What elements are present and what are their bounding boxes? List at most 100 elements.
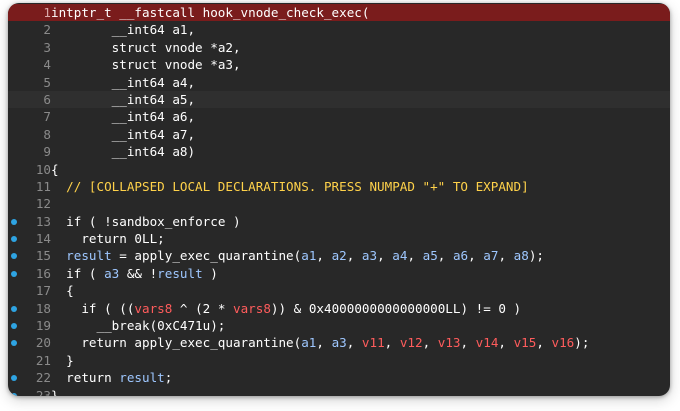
code-text[interactable]: __int64 a6, bbox=[51, 108, 195, 125]
code-line[interactable]: 20 return apply_exec_quarantine(a1, a3, … bbox=[8, 334, 670, 351]
breakpoint-dot-icon[interactable] bbox=[11, 305, 17, 312]
local-variable[interactable]: a1 bbox=[301, 335, 316, 350]
code-line[interactable]: 3 struct vnode *a2, bbox=[8, 39, 670, 56]
code-line[interactable]: 11 // [COLLAPSED LOCAL DECLARATIONS. PRE… bbox=[8, 178, 670, 195]
code-token[interactable]: , bbox=[188, 22, 196, 37]
code-line[interactable]: 22 return result; bbox=[8, 369, 670, 386]
code-token[interactable]: , bbox=[188, 109, 196, 124]
code-token[interactable]: , bbox=[233, 40, 241, 55]
code-token[interactable]: a7 bbox=[172, 127, 187, 142]
local-variable[interactable]: a7 bbox=[483, 248, 498, 263]
code-text[interactable]: return result; bbox=[51, 369, 172, 386]
code-line[interactable]: 14 return 0LL; bbox=[8, 230, 670, 247]
global-variable[interactable]: vars8 bbox=[233, 301, 271, 316]
breakpoint-dot-icon[interactable] bbox=[11, 236, 17, 243]
local-variable[interactable]: a8 bbox=[514, 248, 529, 263]
code-token[interactable]: return 0LL; bbox=[51, 231, 164, 246]
global-variable[interactable]: v11 bbox=[362, 335, 385, 350]
code-token[interactable]: return bbox=[51, 370, 119, 385]
global-variable[interactable]: v12 bbox=[400, 335, 423, 350]
code-line[interactable]: 10{ bbox=[8, 161, 670, 178]
local-variable[interactable]: a3 bbox=[332, 335, 347, 350]
code-token[interactable]: ) bbox=[203, 266, 218, 281]
global-variable[interactable]: v16 bbox=[552, 335, 575, 350]
code-token[interactable]: , bbox=[347, 335, 362, 350]
code-line[interactable]: 4 struct vnode *a3, bbox=[8, 56, 670, 73]
code-text[interactable]: if ( a3 && !result ) bbox=[51, 265, 218, 282]
code-token[interactable]: sandbox_enforce bbox=[112, 214, 226, 229]
code-token[interactable]: if ( (( bbox=[51, 301, 134, 316]
code-token[interactable]: , bbox=[498, 248, 513, 263]
code-token[interactable]: , bbox=[423, 335, 438, 350]
code-token[interactable]: , bbox=[377, 248, 392, 263]
code-text[interactable]: __int64 a8) bbox=[51, 143, 195, 160]
local-variable[interactable]: result bbox=[66, 248, 112, 263]
code-token[interactable]: __int64 bbox=[51, 127, 172, 142]
code-line[interactable]: 6 __int64 a5, bbox=[8, 90, 670, 109]
code-token[interactable]: , bbox=[407, 248, 422, 263]
breakpoint-dot-icon[interactable] bbox=[11, 253, 17, 260]
code-token[interactable]: , bbox=[498, 335, 513, 350]
global-variable[interactable]: v14 bbox=[476, 335, 499, 350]
code-token[interactable]: , bbox=[536, 335, 551, 350]
code-line[interactable]: 23} bbox=[8, 387, 670, 396]
local-variable[interactable]: a5 bbox=[423, 248, 438, 263]
code-line[interactable]: 7 __int64 a6, bbox=[8, 108, 670, 125]
code-line[interactable]: 16 if ( a3 && !result ) bbox=[8, 265, 670, 282]
code-line[interactable]: 17 { bbox=[8, 282, 670, 299]
breakpoint-dot-icon[interactable] bbox=[11, 392, 17, 396]
breakpoint-dot-icon[interactable] bbox=[11, 323, 17, 330]
code-token[interactable]: )) & 0x4000000000000000LL) != 0 ) bbox=[271, 301, 521, 316]
code-token[interactable]: if ( ! bbox=[51, 214, 112, 229]
code-token[interactable]: , bbox=[385, 335, 400, 350]
code-text[interactable]: } bbox=[51, 387, 59, 396]
code-token[interactable]: __int64 bbox=[51, 109, 172, 124]
code-token[interactable]: { bbox=[51, 162, 59, 177]
code-token[interactable]: __int64 bbox=[51, 144, 172, 159]
code-token[interactable]: intptr_t __fastcall hook_vnode_check_exe… bbox=[51, 5, 369, 20]
code-text[interactable]: intptr_t __fastcall hook_vnode_check_exe… bbox=[51, 4, 369, 21]
code-token[interactable]: ); bbox=[529, 248, 544, 263]
code-token[interactable]: a6 bbox=[172, 109, 187, 124]
code-line[interactable]: 21 } bbox=[8, 352, 670, 369]
code-line[interactable]: 18 if ( ((vars8 ^ (2 * vars8)) & 0x40000… bbox=[8, 300, 670, 317]
global-variable[interactable]: vars8 bbox=[134, 301, 172, 316]
code-token[interactable]: , bbox=[188, 75, 196, 90]
code-token[interactable]: a2 bbox=[218, 40, 233, 55]
code-line[interactable]: 5 __int64 a4, bbox=[8, 74, 670, 91]
breakpoint-dot-icon[interactable] bbox=[11, 218, 17, 225]
code-token[interactable]: struct vnode * bbox=[51, 57, 218, 72]
code-token[interactable]: , bbox=[316, 248, 331, 263]
code-line[interactable]: 2 __int64 a1, bbox=[8, 21, 670, 38]
code-token[interactable]: ) bbox=[225, 214, 241, 229]
code-line[interactable]: 12 bbox=[8, 195, 670, 212]
code-text[interactable]: } bbox=[51, 352, 74, 369]
code-text[interactable]: __int64 a4, bbox=[51, 74, 195, 91]
code-token[interactable]: a4 bbox=[172, 75, 187, 90]
comment-text[interactable]: // [COLLAPSED LOCAL DECLARATIONS. PRESS … bbox=[51, 179, 529, 194]
code-token[interactable]: __int64 bbox=[51, 22, 172, 37]
code-token[interactable]: if ( bbox=[51, 266, 104, 281]
code-token[interactable]: return apply_exec_quarantine( bbox=[51, 335, 301, 350]
code-token[interactable]: __int64 bbox=[51, 75, 172, 90]
code-token[interactable]: , bbox=[188, 92, 196, 107]
code-line[interactable]: 19 __break(0xC471u); bbox=[8, 317, 670, 334]
breakpoint-dot-icon[interactable] bbox=[11, 340, 17, 347]
local-variable[interactable]: a3 bbox=[362, 248, 377, 263]
pseudocode-view[interactable]: 1 intptr_t __fastcall hook_vnode_check_ex… bbox=[8, 4, 670, 396]
code-line[interactable]: 15 result = apply_exec_quarantine(a1, a2… bbox=[8, 247, 670, 264]
code-token[interactable]: && ! bbox=[119, 266, 157, 281]
code-text[interactable]: { bbox=[51, 161, 59, 178]
breakpoint-dot-icon[interactable] bbox=[11, 375, 17, 382]
breakpoint-dot-icon[interactable] bbox=[11, 270, 17, 277]
code-line[interactable]: 9 __int64 a8) bbox=[8, 143, 670, 160]
code-token[interactable]: a1 bbox=[172, 22, 187, 37]
code-line[interactable]: 13 if ( !sandbox_enforce ) bbox=[8, 213, 670, 230]
global-variable[interactable]: v15 bbox=[514, 335, 537, 350]
local-variable[interactable]: a4 bbox=[392, 248, 407, 263]
code-token[interactable]: __int64 bbox=[51, 92, 172, 107]
code-token[interactable]: , bbox=[438, 248, 453, 263]
code-text[interactable]: { bbox=[51, 282, 74, 299]
code-token[interactable]: , bbox=[233, 57, 241, 72]
local-variable[interactable]: a3 bbox=[104, 266, 119, 281]
